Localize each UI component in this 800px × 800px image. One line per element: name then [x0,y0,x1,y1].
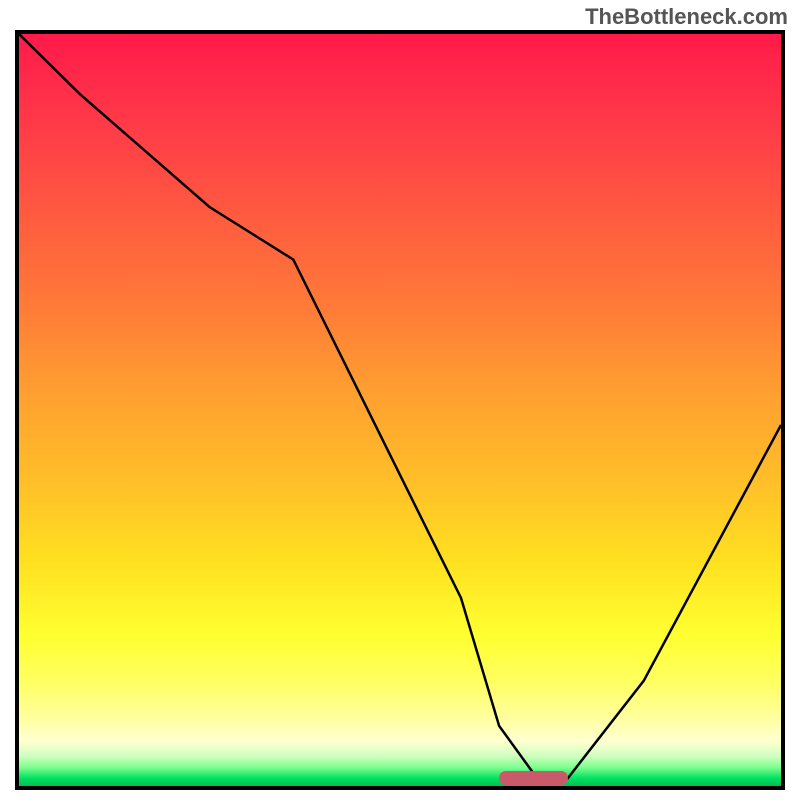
bottleneck-curve [19,34,781,786]
chart-container: TheBottleneck.com [0,0,800,800]
plot-area [15,30,785,790]
watermark-text: TheBottleneck.com [585,4,788,30]
optimal-marker [499,771,568,785]
